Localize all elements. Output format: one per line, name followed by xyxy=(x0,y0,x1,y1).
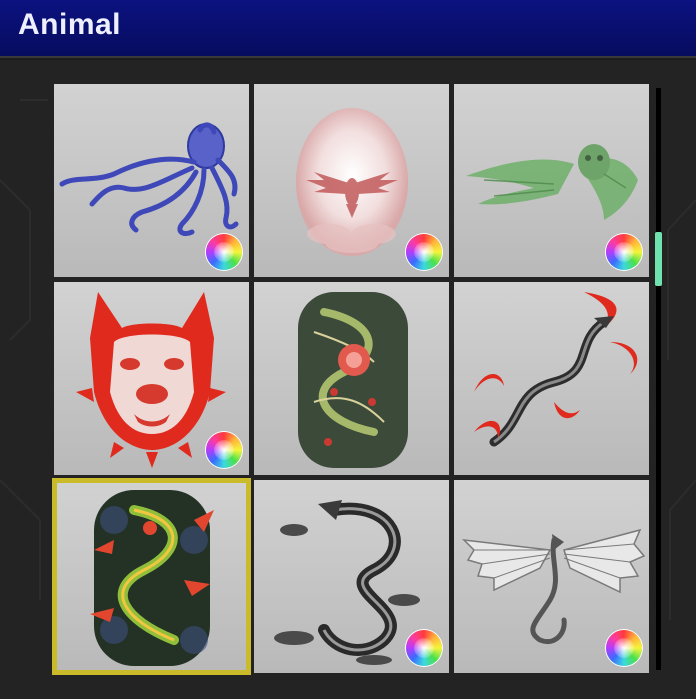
tattoo-tile-owl-wings[interactable] xyxy=(454,84,649,277)
tattoo-tile-red-dragon[interactable] xyxy=(454,282,649,475)
dragon-colored-sleeve-tattoo-icon xyxy=(90,490,214,666)
tattoo-tile-dove[interactable] xyxy=(254,84,449,277)
color-wheel-icon[interactable] xyxy=(406,630,442,666)
red-dragon-tattoo-icon xyxy=(474,292,638,447)
color-wheel-icon[interactable] xyxy=(206,234,242,270)
tattoo-tile-dragon-colored-sleeve[interactable] xyxy=(52,478,251,675)
category-title: Animal xyxy=(18,8,122,41)
color-wheel-icon[interactable] xyxy=(206,432,242,468)
color-wheel-icon[interactable] xyxy=(406,234,442,270)
dragon-sleeve-tattoo-icon xyxy=(298,292,408,468)
color-wheel-icon[interactable] xyxy=(606,234,642,270)
scrollbar-track[interactable] xyxy=(656,88,661,670)
tattoo-tile-dragon-sleeve[interactable] xyxy=(254,282,449,475)
tattoo-grid xyxy=(52,84,650,676)
scrollbar-thumb[interactable] xyxy=(655,232,662,286)
tattoo-tile-black-dragon[interactable] xyxy=(254,480,449,673)
category-header: Animal xyxy=(0,0,696,58)
tattoo-tile-octopus[interactable] xyxy=(54,84,249,277)
tattoo-tile-pitbull[interactable] xyxy=(54,282,249,475)
tattoo-tile-winged-dragon[interactable] xyxy=(454,480,649,673)
color-wheel-icon[interactable] xyxy=(606,630,642,666)
